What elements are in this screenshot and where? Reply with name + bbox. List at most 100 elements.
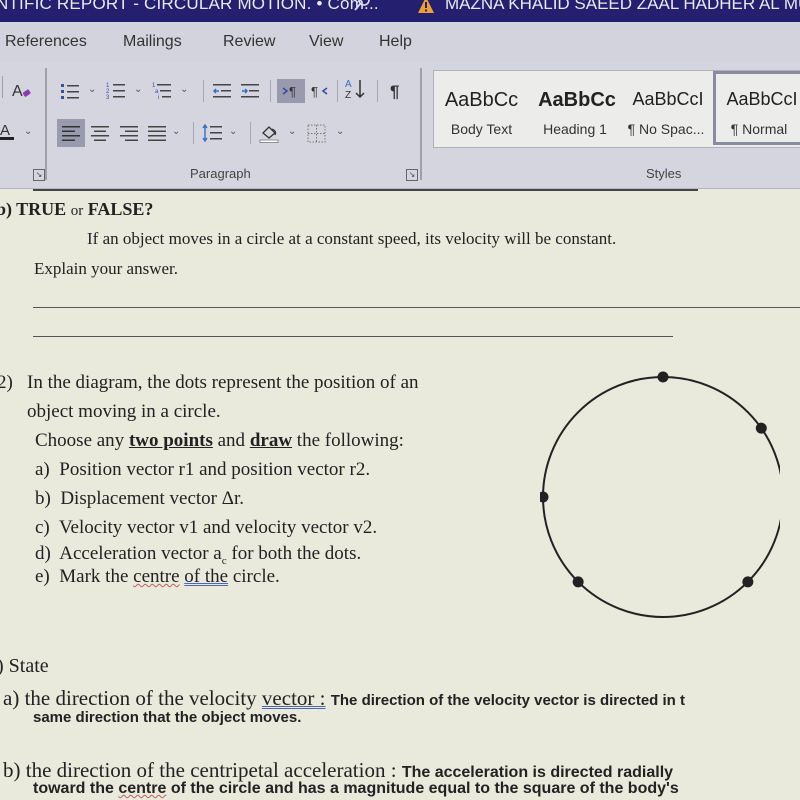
numbering-dropdown-icon[interactable]: ⌄	[134, 84, 142, 95]
answer-line[interactable]	[33, 307, 800, 308]
shading-dropdown-icon[interactable]: ⌄	[288, 126, 296, 137]
svg-text:A: A	[345, 79, 352, 90]
emphasis-two-points: two points	[128, 430, 213, 451]
styles-group-label: Styles	[646, 166, 682, 181]
styles-gallery: AaBbCc Body Text AaBbCc Heading 1 AaBbCc…	[433, 70, 800, 148]
divider	[270, 80, 271, 102]
spelling-flag[interactable]: centre	[133, 566, 179, 587]
q3a-answer-line2[interactable]: same direction that the object moves.	[33, 709, 301, 726]
svg-text:¶: ¶	[390, 82, 399, 101]
text: the following:	[292, 430, 404, 451]
left-to-right-button[interactable]: ¶	[277, 79, 305, 103]
bullets-button[interactable]	[58, 79, 82, 103]
numbering-button[interactable]: 1 2 3	[104, 79, 128, 103]
tab-references[interactable]: References	[5, 33, 87, 51]
tab-help[interactable]: Help	[379, 33, 412, 51]
search-icon[interactable]	[352, 0, 372, 14]
style-no-spacing[interactable]: AaBbCcI ¶ No Spac...	[620, 71, 712, 145]
clear-formatting-button[interactable]: A	[10, 79, 34, 103]
answer-text[interactable]: The direction of the velocity vector is …	[331, 692, 685, 709]
document-page[interactable]: b) TRUE or FALSE? If an object moves in …	[0, 189, 800, 800]
divider	[377, 80, 378, 102]
item-label: c)	[35, 517, 50, 538]
tab-mailings[interactable]: Mailings	[123, 33, 182, 51]
style-name: Body Text	[450, 121, 513, 137]
position-dot[interactable]	[742, 576, 754, 588]
q2-item-b: b) Displacement vector Δr.	[35, 488, 244, 510]
position-dot[interactable]	[572, 576, 584, 588]
tab-review[interactable]: Review	[223, 33, 275, 51]
position-dot[interactable]	[540, 491, 549, 503]
circle-diagram[interactable]	[540, 369, 780, 619]
position-dot[interactable]	[755, 422, 767, 434]
font-color-dropdown-icon[interactable]: ⌄	[24, 126, 32, 137]
borders-button[interactable]	[305, 121, 329, 145]
style-preview: AaBbCc	[538, 89, 616, 111]
right-to-left-button[interactable]: ¶	[308, 79, 332, 103]
justify-dropdown-icon[interactable]: ⌄	[172, 126, 180, 137]
group-divider	[420, 68, 422, 180]
position-dot[interactable]	[657, 371, 669, 383]
divider	[193, 122, 194, 144]
line-spacing-button[interactable]	[200, 121, 226, 145]
style-name: Heading 1	[543, 121, 607, 137]
svg-text:Z: Z	[345, 90, 351, 101]
style-body-text[interactable]: AaBbCc Body Text	[434, 71, 529, 145]
numbering-icon: 1 2 3	[106, 83, 125, 101]
answer-text[interactable]: The acceleration is directed radially	[402, 764, 673, 781]
item-label: a)	[35, 459, 50, 480]
align-left-button[interactable]	[57, 119, 85, 147]
style-normal[interactable]: AaBbCcI ¶ Normal	[713, 71, 800, 145]
style-preview: AaBbCc	[444, 89, 519, 111]
item-text: Mark the	[59, 566, 134, 587]
q2-item-a: a) Position vector r1 and position vecto…	[35, 459, 370, 481]
decrease-indent-button[interactable]	[210, 79, 234, 103]
show-marks-button[interactable]: ¶	[385, 79, 409, 103]
justify-button[interactable]	[145, 121, 169, 145]
align-center-button[interactable]	[88, 121, 112, 145]
q3a-question: a) the direction of the velocity vector …	[3, 686, 685, 711]
svg-text:A: A	[0, 122, 10, 139]
item-label: a)	[3, 686, 20, 710]
q2-item-c: c) Velocity vector v1 and velocity vecto…	[35, 517, 377, 539]
bullets-dropdown-icon[interactable]: ⌄	[88, 84, 96, 95]
emphasis-draw: draw	[249, 430, 293, 451]
user-name[interactable]: MAZNA KHALID SAEED ZAAL HADHER AL MUHAIR…	[445, 0, 800, 14]
font-dialog-launcher[interactable]: ↘	[33, 169, 45, 181]
grammar-flag[interactable]: of the	[184, 566, 228, 587]
borders-dropdown-icon[interactable]: ⌄	[336, 126, 344, 137]
multilevel-dropdown-icon[interactable]: ⌄	[180, 84, 188, 95]
align-right-button[interactable]	[117, 121, 141, 145]
sort-button[interactable]: A Z	[342, 77, 368, 101]
decrease-indent-icon	[212, 84, 231, 98]
shading-button[interactable]	[257, 121, 283, 145]
spelling-flag[interactable]: centre	[118, 780, 166, 797]
style-name: ¶ Normal	[730, 121, 788, 137]
borders-icon	[307, 124, 326, 143]
pilcrow-icon: ¶	[390, 82, 399, 101]
multilevel-list-button[interactable]: 1 a i	[150, 79, 174, 103]
item-text: Displacement vector Δr.	[60, 488, 245, 509]
style-preview: AaBbCcI	[632, 89, 704, 109]
divider	[203, 80, 204, 102]
warning-icon[interactable]	[417, 0, 435, 14]
paragraph-dialog-launcher[interactable]: ↘	[406, 169, 418, 181]
style-heading-1[interactable]: AaBbCc Heading 1	[530, 71, 620, 145]
align-right-icon	[120, 126, 138, 141]
increase-indent-button[interactable]	[238, 79, 262, 103]
answer-line[interactable]	[33, 336, 673, 337]
q1-prompt: Explain your answer.	[34, 259, 178, 278]
q2-item-d: d) Acceleration vector ac for both the d…	[35, 543, 361, 567]
grammar-flag[interactable]: vector :	[262, 686, 326, 710]
divider	[2, 76, 3, 98]
right-to-left-icon: ¶	[311, 84, 328, 99]
item-text: Acceleration vector a	[59, 543, 222, 564]
bullets-icon	[61, 84, 79, 99]
q3b-answer-line2[interactable]: toward the centre of the circle and has …	[33, 780, 679, 798]
font-color-button[interactable]: A	[0, 119, 18, 143]
tab-view[interactable]: View	[309, 33, 343, 51]
line-spacing-dropdown-icon[interactable]: ⌄	[229, 126, 237, 137]
ribbon-tabs: References Mailings Review View Help	[0, 22, 800, 62]
document-title: NTIFIC REPORT - CIRCULAR MOTION. • Com..…	[0, 0, 379, 13]
left-to-right-icon: ¶	[282, 84, 296, 99]
